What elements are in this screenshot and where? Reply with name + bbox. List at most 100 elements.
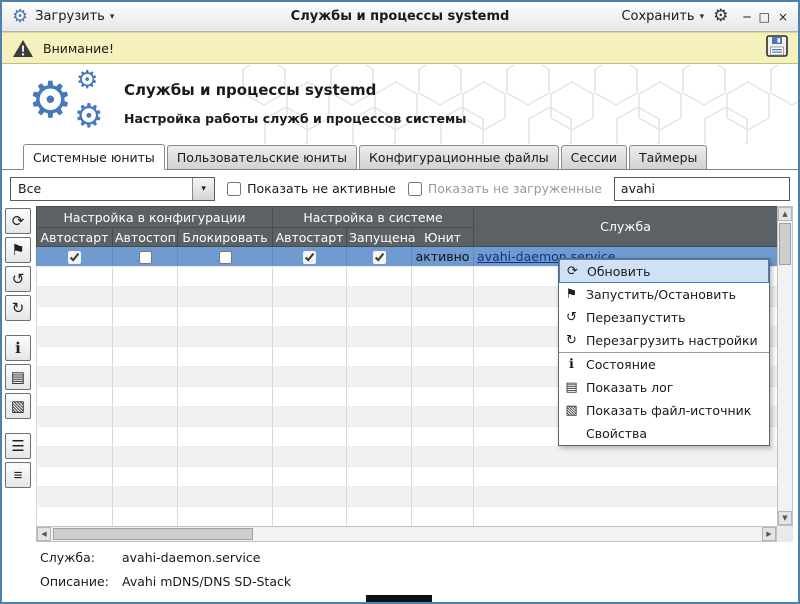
page-header: ⚙ ⚙ ⚙ Службы и процессы systemd Настройк… xyxy=(2,65,798,144)
close-button[interactable]: × xyxy=(778,10,788,24)
menu-item-start-stop[interactable]: ⚑ Запустить/Остановить xyxy=(559,283,769,306)
refresh-icon: ⟳ xyxy=(564,264,581,279)
tab-system-units[interactable]: Системные юниты xyxy=(23,144,165,170)
column-header-block[interactable]: Блокировать xyxy=(178,228,273,247)
chevron-down-icon: ▾ xyxy=(110,12,115,22)
triangle-right-icon: ▶ xyxy=(766,530,771,538)
save-menu-button[interactable]: Сохранить ▾ xyxy=(621,9,704,24)
description-value: Avahi mDNS/DNS SD-Stack xyxy=(122,574,291,589)
triangle-up-icon: ▲ xyxy=(782,210,787,218)
log-icon: ▤ xyxy=(11,368,25,386)
save-file-button[interactable] xyxy=(766,35,788,61)
menu-item-reload-settings[interactable]: ↻ Перезагрузить настройки xyxy=(559,329,769,352)
column-header-autostart-config[interactable]: Автостарт xyxy=(37,228,113,247)
show-inactive-checkbox[interactable] xyxy=(227,182,241,196)
show-unloaded-checkbox-label[interactable]: Показать не загруженные xyxy=(408,181,602,196)
tab-user-units[interactable]: Пользовательские юниты xyxy=(167,145,357,169)
system-running-checkbox[interactable] xyxy=(373,251,386,264)
toolbar-restart-button[interactable]: ↺ xyxy=(5,266,31,292)
flag-icon: ⚑ xyxy=(563,287,580,302)
show-inactive-checkbox-label[interactable]: Показать не активные xyxy=(227,181,396,196)
vertical-scroll-thumb[interactable] xyxy=(779,223,791,265)
description-label: Описание: xyxy=(40,574,122,589)
gear-icon: ⚙ xyxy=(28,75,73,125)
warning-bar: Внимание! xyxy=(2,32,798,64)
toolbar-status-button[interactable]: ℹ xyxy=(5,335,31,361)
toolbar-start-stop-button[interactable]: ⚑ xyxy=(5,237,31,263)
app-gear-icon: ⚙ xyxy=(12,8,28,26)
save-menu-label: Сохранить xyxy=(621,9,694,24)
source-icon: ▧ xyxy=(11,397,25,415)
system-autostart-checkbox[interactable] xyxy=(303,251,316,264)
unit-filter-select[interactable]: Все ▾ xyxy=(10,177,215,201)
vertical-scrollbar[interactable]: ▲ ▼ xyxy=(777,206,793,526)
table-row[interactable] xyxy=(37,487,778,507)
horizontal-scroll-thumb[interactable] xyxy=(53,528,253,540)
menu-item-restart[interactable]: ↺ Перезапустить xyxy=(559,306,769,329)
group-header-system: Настройка в системе xyxy=(273,207,474,228)
page-subtitle: Настройка работы служб и процессов систе… xyxy=(124,111,466,126)
gear-icon: ⚙ xyxy=(76,67,98,92)
info-icon: ℹ xyxy=(563,357,580,372)
table-row[interactable] xyxy=(37,507,778,527)
config-autostart-checkbox[interactable] xyxy=(68,251,81,264)
column-header-running[interactable]: Запущена xyxy=(347,228,412,247)
window-resize-grip[interactable] xyxy=(366,595,432,602)
page-title: Службы и процессы systemd xyxy=(124,81,466,99)
show-unloaded-checkbox[interactable] xyxy=(408,182,422,196)
service-value: avahi-daemon.service xyxy=(122,550,260,565)
unit-state-cell: активно xyxy=(412,247,474,267)
menu-item-status[interactable]: ℹ Состояние xyxy=(559,353,769,376)
service-label: Служба: xyxy=(40,550,122,565)
restart-icon: ↺ xyxy=(563,310,580,325)
scroll-left-button[interactable]: ◀ xyxy=(37,527,51,541)
scroll-right-button[interactable]: ▶ xyxy=(762,527,776,541)
config-block-checkbox[interactable] xyxy=(219,251,232,264)
menu-item-refresh[interactable]: ⟳ Обновить xyxy=(559,259,769,283)
reload-icon: ↻ xyxy=(12,299,25,317)
info-icon: ℹ xyxy=(15,339,21,357)
settings-gear-icon[interactable]: ⚙ xyxy=(713,8,728,25)
status-footer: Служба: avahi-daemon.service Описание: A… xyxy=(2,545,798,595)
menu-item-show-log[interactable]: ▤ Показать лог xyxy=(559,376,769,399)
toolbar-reload-settings-button[interactable]: ↻ xyxy=(5,295,31,321)
toolbar-unit-list-button[interactable]: ≡ xyxy=(5,462,31,488)
toolbar-show-log-button[interactable]: ▤ xyxy=(5,364,31,390)
scroll-up-button[interactable]: ▲ xyxy=(778,207,792,221)
column-header-autostart-system[interactable]: Автостарт xyxy=(273,228,347,247)
chevron-down-icon[interactable]: ▾ xyxy=(192,178,214,200)
toolbar-properties-button[interactable]: ☰ xyxy=(5,433,31,459)
search-input[interactable] xyxy=(614,177,790,201)
tab-config-files[interactable]: Конфигурационные файлы xyxy=(359,145,559,169)
minimize-button[interactable]: ─ xyxy=(743,10,750,24)
maximize-button[interactable]: □ xyxy=(759,10,770,24)
horizontal-scrollbar[interactable]: ◀ ▶ xyxy=(36,526,777,542)
column-header-autostop[interactable]: Автостоп xyxy=(113,228,178,247)
menu-item-properties[interactable]: Свойства xyxy=(559,422,769,445)
app-logo: ⚙ ⚙ ⚙ xyxy=(28,67,116,143)
menu-item-show-source[interactable]: ▧ Показать файл-источник xyxy=(559,399,769,422)
load-menu-label: Загрузить xyxy=(35,9,105,24)
tab-timers[interactable]: Таймеры xyxy=(629,145,707,169)
table-group-header-row: Настройка в конфигурации Настройка в сис… xyxy=(37,207,778,228)
toolbar-show-source-button[interactable]: ▧ xyxy=(5,393,31,419)
column-header-unit[interactable]: Юнит xyxy=(412,228,474,247)
triangle-down-icon: ▼ xyxy=(782,514,787,522)
filter-bar: Все ▾ Показать не активные Показать не з… xyxy=(2,171,798,206)
list-icon: ≡ xyxy=(14,467,23,484)
log-icon: ▤ xyxy=(563,380,580,395)
group-header-config: Настройка в конфигурации xyxy=(37,207,273,228)
floppy-disk-icon xyxy=(766,35,788,57)
scroll-down-button[interactable]: ▼ xyxy=(778,511,792,525)
load-menu-button[interactable]: Загрузить ▾ xyxy=(35,9,114,24)
group-header-service[interactable]: Служба xyxy=(474,207,778,247)
config-autostop-checkbox[interactable] xyxy=(139,251,152,264)
triangle-left-icon: ◀ xyxy=(41,530,46,538)
table-row[interactable] xyxy=(37,447,778,467)
tab-sessions[interactable]: Сессии xyxy=(561,145,627,169)
toolbar-refresh-button[interactable]: ⟳ xyxy=(5,208,31,234)
restart-icon: ↺ xyxy=(12,270,25,288)
flag-icon: ⚑ xyxy=(11,241,24,259)
table-row[interactable] xyxy=(37,467,778,487)
refresh-icon: ⟳ xyxy=(12,212,25,230)
